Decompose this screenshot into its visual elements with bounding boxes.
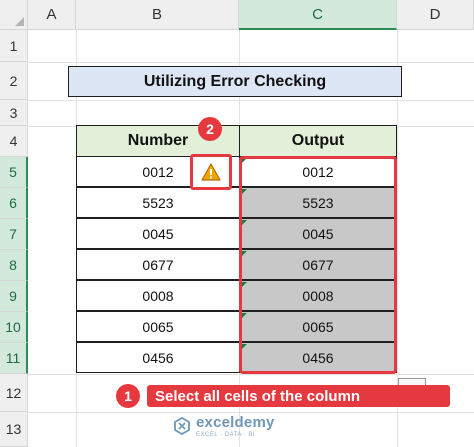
select-all-corner[interactable] (0, 0, 28, 30)
row-header-5[interactable]: 5 (0, 157, 28, 188)
gridline (28, 374, 474, 375)
number-cell[interactable]: 0008 (76, 280, 240, 311)
row-header-10[interactable]: 10 (0, 312, 28, 343)
sheet-title[interactable]: Utilizing Error Checking (68, 66, 402, 97)
number-cell[interactable]: 0045 (76, 218, 240, 249)
step-1-badge: 1 (116, 384, 140, 408)
gridline (28, 100, 474, 101)
number-cell[interactable]: 5523 (76, 187, 240, 218)
watermark-tagline: EXCEL · DATA · BI (196, 432, 256, 438)
warning-triangle-icon (201, 163, 221, 181)
step-1-callout: Select all cells of the column (147, 385, 450, 407)
row-header-13[interactable]: 13 (0, 412, 28, 447)
row-header-2[interactable]: 2 (0, 62, 28, 100)
gridline (28, 62, 474, 63)
watermark-name: exceldemy (196, 414, 275, 431)
spreadsheet-grid: A B C D 1 2 3 4 5 6 7 8 9 10 11 12 13 Ut… (0, 0, 474, 447)
selection-highlight (239, 156, 397, 374)
exceldemy-watermark: exceldemy EXCEL · DATA · BI (173, 414, 275, 438)
row-header-7[interactable]: 7 (0, 219, 28, 250)
row-header-3[interactable]: 3 (0, 100, 28, 126)
column-header-d[interactable]: D (397, 0, 474, 30)
column-header-c[interactable]: C (239, 0, 397, 30)
error-smart-tag-button[interactable] (190, 154, 232, 190)
step-2-badge: 2 (198, 117, 222, 141)
row-header-4[interactable]: 4 (0, 126, 28, 157)
row-header-1[interactable]: 1 (0, 30, 28, 62)
column-header-b[interactable]: B (76, 0, 239, 30)
row-header-11[interactable]: 11 (0, 343, 28, 374)
row-header-9[interactable]: 9 (0, 281, 28, 312)
row-header-6[interactable]: 6 (0, 188, 28, 219)
number-cell[interactable]: 0677 (76, 249, 240, 280)
exceldemy-logo-icon (174, 417, 190, 435)
gridline (28, 412, 474, 413)
number-cell[interactable]: 0065 (76, 311, 240, 342)
number-cell[interactable]: 0456 (76, 342, 240, 373)
header-output[interactable]: Output (239, 125, 397, 157)
row-header-12[interactable]: 12 (0, 374, 28, 412)
column-header-a[interactable]: A (28, 0, 76, 30)
row-header-8[interactable]: 8 (0, 250, 28, 281)
